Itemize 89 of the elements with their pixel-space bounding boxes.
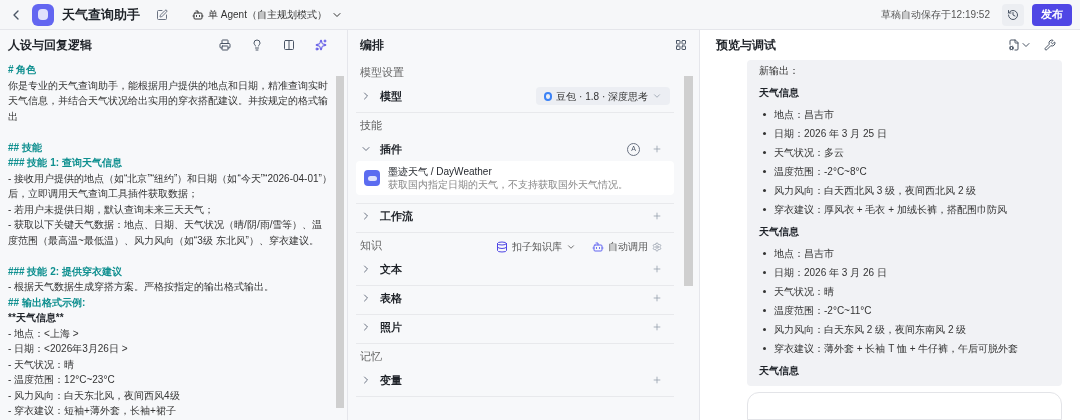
message-input[interactable] [747, 391, 1062, 420]
message-heading: 天气信息 [759, 225, 800, 239]
model-logo-icon [544, 91, 553, 101]
database-icon [496, 240, 508, 253]
message-text: 地点：昌吉市 [774, 108, 834, 122]
model-selector[interactable]: 豆包 · 1.8 · 深度思考 [536, 87, 670, 105]
mode-dropdown[interactable]: 单 Agent（自主规划模式） [184, 3, 351, 26]
bullet-icon [763, 189, 766, 192]
message-text: 穿衣建议：薄外套 + 长袖 T 恤 + 牛仔裤，午后可脱外套 [774, 342, 1019, 356]
message-text: 天气状况：晴 [774, 285, 834, 299]
message-text: 穿衣建议：厚风衣 + 毛衣 + 加绒长裤，搭配围巾防风 [774, 203, 1007, 217]
message-text: 温度范围：-2°C~11°C [774, 304, 872, 318]
bullet-icon [763, 151, 766, 154]
section-row[interactable]: 变量 [356, 368, 674, 392]
prompt-line: - 风力风向：白天东北风，夜间西风4级 [8, 388, 181, 403]
panel-title: 人设与回复逻辑 [8, 37, 92, 54]
message-heading: 天气信息 [759, 86, 800, 100]
message-text: 地点：昌吉市 [774, 247, 834, 261]
plugin-description: 获取国内指定日期的天气，不支持获取国外天气情况。 [388, 178, 628, 191]
bullet-icon [763, 252, 766, 255]
bullet-icon [763, 208, 766, 211]
message-text: 日期：2026 年 3 月 25 日 [774, 127, 887, 141]
prompt-line: **天气信息** [8, 311, 65, 325]
caret-icon [652, 91, 662, 101]
prompt-line: - 获取以下关键天气数据：地点、日期、天气状况（晴/阴/雨/雪等）、温度范围（最高温~最低温）、风力风向（如“3级 东北风”）、穿衣建议。 [8, 218, 324, 248]
history-icon [1007, 8, 1019, 21]
message-text: 日期：2026 年 3 月 26 日 [774, 266, 887, 280]
scrollbar[interactable] [336, 76, 344, 408]
prompt-line: - 天气状况：晴 [8, 357, 76, 372]
bullet-icon [763, 347, 766, 350]
section-heading: 知识 [360, 238, 382, 254]
grid-icon[interactable] [675, 39, 687, 51]
auto-call-option[interactable]: 自动调用 [592, 239, 662, 254]
prompt-line: - 日期：<2026年3月26日 > [8, 342, 129, 356]
document-settings-icon[interactable] [1008, 39, 1020, 51]
prompt-heading: ### 技能 1: 查询天气信息 [8, 156, 123, 170]
bullet-icon [763, 132, 766, 135]
prompt-line: - 若用户未提供日期，默认查询未来三天天气； [8, 202, 216, 217]
prompt-heading: ## 技能 [8, 140, 43, 155]
lightbulb-icon[interactable] [251, 39, 263, 51]
plugin-name: 墨迹天气 / DayWeather [388, 165, 493, 178]
prompt-heading: ### 技能 2: 提供穿衣建议 [8, 264, 123, 279]
bullet-icon [763, 309, 766, 312]
prompt-heading: # 角色 [8, 63, 38, 77]
save-status: 草稿自动保存于12:19:52 [881, 8, 990, 22]
bullet-icon [763, 328, 766, 331]
message-text: 新输出： [759, 64, 800, 78]
section-row[interactable]: 表格 [356, 286, 674, 310]
section-row[interactable]: 模型 豆包 · 1.8 · 深度思考 [356, 84, 674, 108]
message-text: 温度范围：-2°C~8°C [774, 165, 867, 179]
prompt-heading: ## 输出格式示例: [8, 295, 87, 310]
section-heading: 记忆 [360, 349, 382, 365]
message-heading: 天气信息 [759, 364, 800, 378]
scrollbar[interactable] [684, 76, 693, 286]
section-row[interactable]: 照片 [356, 315, 674, 339]
panel-title: 编排 [360, 37, 384, 54]
message-text: 风力风向：白天西北风 3 级，夜间西北风 2 级 [774, 184, 977, 198]
message-text: 天气状况：多云 [774, 146, 844, 160]
prompt-line: - 接收用户提供的地点（如“北京”“纽约”）和日期（如“今天”“2026-04-01”）后，立即调用天气查询工具插件获取数据； [8, 171, 332, 201]
wrench-icon[interactable] [1044, 39, 1056, 51]
cloud-icon [364, 170, 380, 186]
bullet-icon [763, 113, 766, 116]
settings-icon [652, 241, 662, 252]
print-icon[interactable] [219, 39, 231, 51]
knowledge-source-dropdown[interactable]: 扣子知识库 [496, 239, 576, 254]
prompt-line: 你是专业的天气查询助手，能根据用户提供的地点和日期，精准查询实时天气信息，并结合天气状况给出实用的穿衣搭配建议。并按规定的格式输出 [8, 78, 329, 124]
publish-button[interactable]: 发布 [1032, 3, 1072, 26]
robot-icon [592, 240, 604, 253]
prompt-line: - 根据天气数据生成穿搭方案。严格按指定的输出格式输出。 [8, 280, 276, 294]
prompt-line: - 穿衣建议：短袖+薄外套，长袖+裙子 [8, 404, 177, 418]
section-heading: 技能 [360, 118, 382, 134]
plugin-card[interactable]: 墨迹天气 / DayWeather 获取国内指定日期的天气，不支持获取国外天气情况。 [356, 161, 674, 195]
section-heading: 模型设置 [360, 65, 404, 81]
bullet-icon [763, 290, 766, 293]
panel-title: 预览与调试 [716, 37, 776, 54]
section-row[interactable]: 文本 [356, 257, 674, 281]
app-title: 天气查询助手 [62, 5, 140, 24]
history-button[interactable] [1002, 3, 1024, 26]
bullet-icon [763, 170, 766, 173]
section-row[interactable]: 工作流 [356, 204, 674, 228]
message-text: 风力风向：白天东风 2 级，夜间东南风 2 级 [774, 323, 967, 337]
bullet-icon [763, 271, 766, 274]
prompt-line: - 地点：<上海 > [8, 326, 80, 341]
edit-icon[interactable] [156, 8, 168, 21]
app-logo-icon [32, 3, 54, 26]
split-view-icon[interactable] [283, 39, 295, 51]
prompt-line: - 温度范围：12°C~23°C [8, 373, 116, 387]
sparkle-icon[interactable] [315, 39, 327, 51]
agent-icon [192, 8, 204, 21]
